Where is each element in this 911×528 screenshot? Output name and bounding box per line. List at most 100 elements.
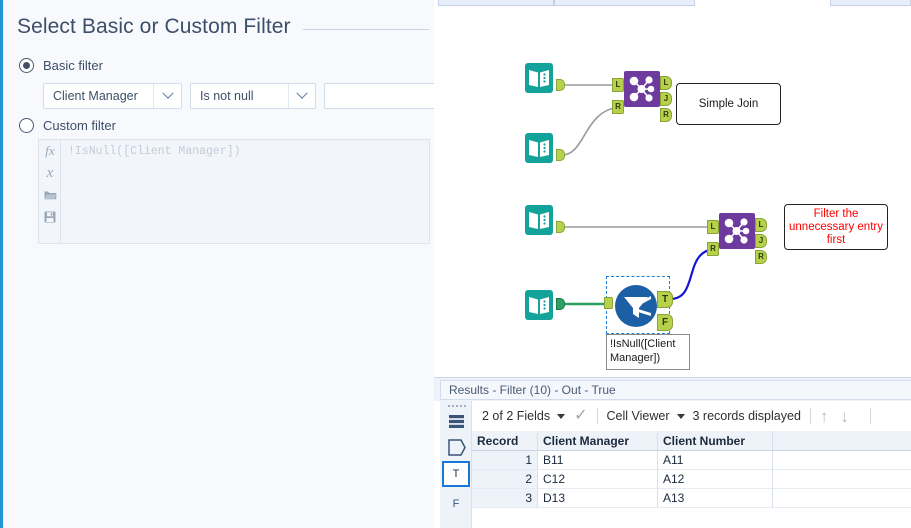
table-row[interactable]: 2 C12 A12 xyxy=(472,470,911,489)
custom-filter-radio[interactable] xyxy=(19,118,34,133)
toolbar-divider xyxy=(809,408,811,424)
results-tab-true[interactable]: T xyxy=(442,461,470,487)
alteryx-designer-window: Select Basic or Custom Filter Basic filt… xyxy=(0,0,911,528)
join-right-input-port[interactable]: R xyxy=(707,242,719,256)
tab-stub[interactable] xyxy=(438,0,554,6)
check-icon[interactable]: ✓ xyxy=(574,408,587,424)
column-header-client-manager[interactable]: Client Manager xyxy=(538,431,658,451)
records-stack-icon[interactable] xyxy=(442,408,470,434)
chevron-down-icon[interactable] xyxy=(557,413,566,419)
basic-filter-label: Basic filter xyxy=(43,58,103,73)
fields-selector[interactable]: 2 of 2 Fields xyxy=(482,409,566,423)
column-header-record[interactable]: Record xyxy=(472,431,538,451)
basic-filter-controls: Client Manager Is not null xyxy=(43,83,434,109)
custom-filter-radio-row[interactable]: Custom filter xyxy=(19,118,116,133)
sigma-icon[interactable] xyxy=(442,434,470,460)
join-left-output-port[interactable]: L xyxy=(755,218,767,232)
tab-stub[interactable] xyxy=(554,0,695,6)
join-tool[interactable] xyxy=(624,71,660,107)
join-right-output-port[interactable]: R xyxy=(660,108,672,122)
results-sidebar: T F xyxy=(440,401,472,528)
filter-value-input[interactable] xyxy=(324,83,434,109)
annotation-filter-note[interactable]: Filter the unnecessary entry first xyxy=(784,204,888,250)
chevron-down-icon[interactable] xyxy=(676,413,685,419)
filter-field-value: Client Manager xyxy=(53,89,138,103)
results-header-title: Results - Filter (10) - Out - True xyxy=(440,380,911,400)
output-port[interactable] xyxy=(556,298,565,310)
join-right-output-port[interactable]: R xyxy=(755,250,767,264)
filter-operator-select[interactable]: Is not null xyxy=(190,83,316,109)
join-tool[interactable] xyxy=(719,213,755,249)
chevron-down-icon[interactable] xyxy=(153,84,181,108)
input-data-tool[interactable] xyxy=(522,131,556,165)
results-toolbar: 2 of 2 Fields ✓ Cell Viewer 3 records di… xyxy=(472,401,911,431)
filter-field-select[interactable]: Client Manager xyxy=(43,83,182,109)
cell-client-number: A13 xyxy=(658,489,773,508)
cell-client-manager: D13 xyxy=(538,489,658,508)
cell-client-manager: B11 xyxy=(538,451,658,470)
cell-record: 1 xyxy=(472,451,538,470)
expression-text[interactable]: !IsNull([Client Manager]) xyxy=(61,140,429,243)
cell-client-manager: C12 xyxy=(538,470,658,489)
join-joined-output-port[interactable]: J xyxy=(755,234,767,248)
join-left-input-port[interactable]: L xyxy=(707,220,719,234)
annotation-simple-join[interactable]: Simple Join xyxy=(676,83,781,125)
basic-filter-radio-row[interactable]: Basic filter xyxy=(19,58,103,73)
table-row[interactable]: 1 B11 A11 xyxy=(472,451,911,470)
variable-icon[interactable]: x xyxy=(39,162,61,184)
column-header-filler xyxy=(773,431,911,451)
output-port[interactable] xyxy=(556,149,565,161)
filter-input-port[interactable] xyxy=(604,297,613,309)
input-data-tool[interactable] xyxy=(522,288,556,322)
filter-tool-caption[interactable]: !IsNull([Client Manager]) xyxy=(606,334,690,370)
filter-true-output-port[interactable]: T xyxy=(657,291,673,308)
expression-toolbar: fx x xyxy=(39,140,61,243)
input-data-tool[interactable] xyxy=(522,203,556,237)
results-grid[interactable]: Record Client Manager Client Number 1 B1… xyxy=(472,431,911,528)
tab-stub[interactable] xyxy=(830,0,911,6)
join-right-input-port[interactable]: R xyxy=(612,100,624,114)
custom-filter-label: Custom filter xyxy=(43,118,116,133)
column-header-client-number[interactable]: Client Number xyxy=(658,431,773,451)
panel-title-row: Select Basic or Custom Filter xyxy=(17,10,429,44)
page-title: Select Basic or Custom Filter xyxy=(17,15,291,38)
floppy-save-icon[interactable] xyxy=(39,206,61,228)
results-tab-false[interactable]: F xyxy=(442,491,470,517)
join-joined-output-port[interactable]: J xyxy=(660,92,672,106)
filter-false-output-port[interactable]: F xyxy=(657,314,673,331)
title-divider xyxy=(302,28,429,30)
chevron-down-icon[interactable] xyxy=(287,84,316,108)
toolbar-divider xyxy=(869,408,871,424)
output-port[interactable] xyxy=(556,79,565,91)
filter-configuration-panel: Select Basic or Custom Filter Basic filt… xyxy=(0,0,434,528)
cell-client-number: A11 xyxy=(658,451,773,470)
filter-tool[interactable] xyxy=(613,283,657,327)
table-header-row: Record Client Manager Client Number xyxy=(472,431,911,451)
view-mode-selector[interactable]: Cell Viewer xyxy=(607,409,685,423)
results-panel: Results - Filter (10) - Out - True T F 2… xyxy=(434,377,911,528)
join-left-input-port[interactable]: L xyxy=(612,78,624,92)
designer-right-area: L R L J R Simple Join L R L J R Filter t… xyxy=(434,0,911,528)
down-arrow-icon[interactable]: ↓ xyxy=(840,408,849,425)
cell-filler xyxy=(773,470,911,489)
canvas-tab-strip xyxy=(434,0,911,8)
cell-record: 2 xyxy=(472,470,538,489)
records-displayed-label: 3 records displayed xyxy=(692,409,801,423)
custom-expression-editor[interactable]: fx x !IsNull([Client Manager]) xyxy=(38,139,430,244)
cell-client-number: A12 xyxy=(658,470,773,489)
join-left-output-port[interactable]: L xyxy=(660,76,672,90)
cell-record: 3 xyxy=(472,489,538,508)
input-data-tool[interactable] xyxy=(522,61,556,95)
cell-filler xyxy=(773,489,911,508)
folder-open-icon[interactable] xyxy=(39,184,61,206)
up-arrow-icon[interactable]: ↑ xyxy=(820,408,829,425)
cell-filler xyxy=(773,451,911,470)
view-mode-label: Cell Viewer xyxy=(606,409,670,423)
workflow-canvas[interactable]: L R L J R Simple Join L R L J R Filter t… xyxy=(434,8,911,377)
basic-filter-radio[interactable] xyxy=(19,58,34,73)
fields-selector-label: 2 of 2 Fields xyxy=(482,409,551,423)
table-row[interactable]: 3 D13 A13 xyxy=(472,489,911,508)
results-body: T F 2 of 2 Fields ✓ Cell Viewer 3 record… xyxy=(434,401,911,528)
output-port[interactable] xyxy=(556,221,565,233)
function-icon[interactable]: fx xyxy=(39,140,61,162)
